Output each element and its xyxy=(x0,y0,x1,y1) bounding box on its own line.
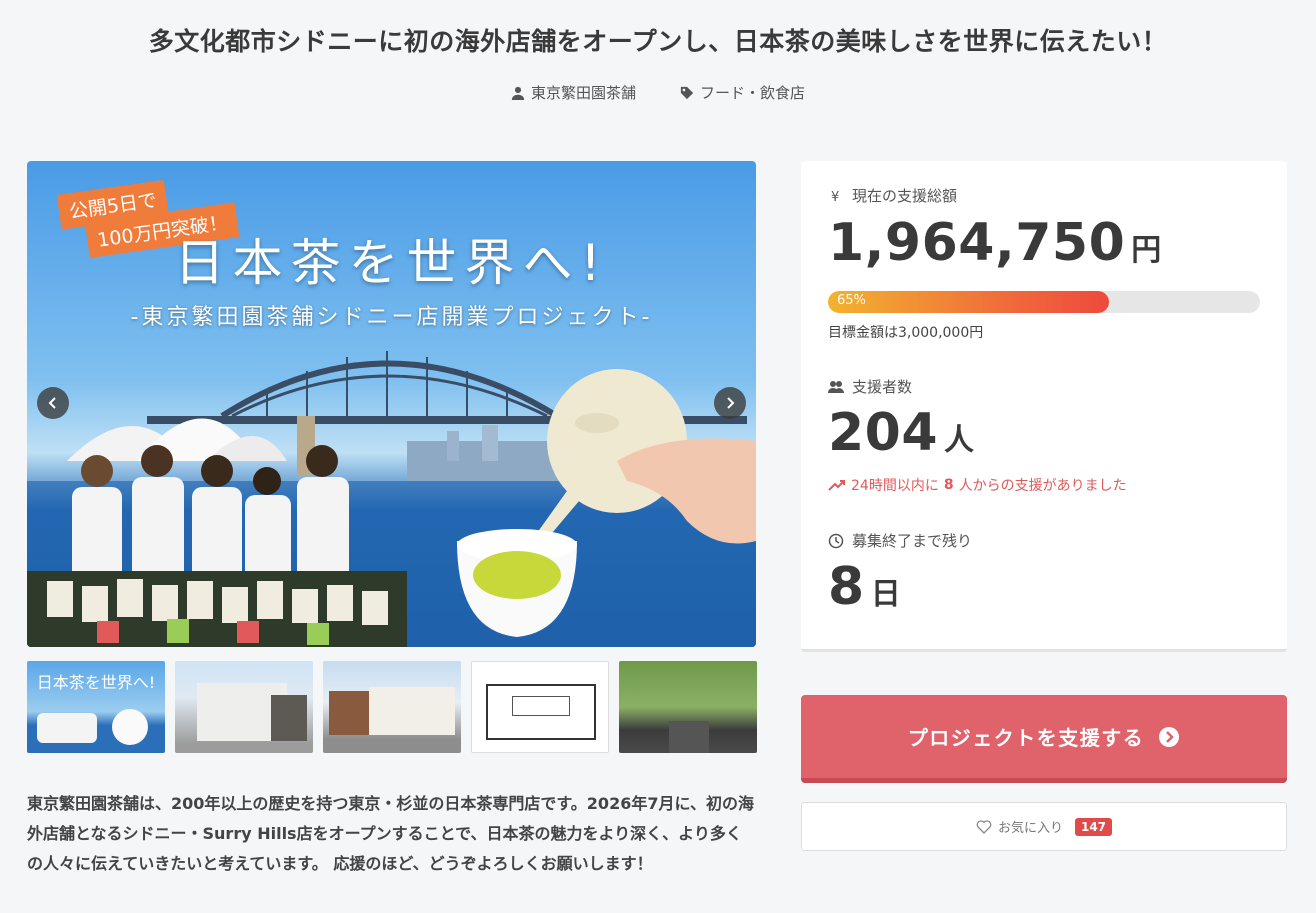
project-title: 多文化都市シドニーに初の海外店舗をオープンし、日本茶の美味しさを世界に伝えたい！ xyxy=(148,27,1168,56)
clock-icon xyxy=(828,533,844,548)
users-icon xyxy=(828,380,844,393)
hero-subheadline: -東京繁田園茶舗シドニー店開業プロジェクト- xyxy=(130,305,653,330)
thumbnail-2-side-building xyxy=(271,695,307,741)
user-icon xyxy=(511,86,525,100)
arrow-circle-right-icon xyxy=(1159,726,1180,747)
next-slide-button[interactable] xyxy=(714,387,746,419)
supporters-row: 204 人 xyxy=(828,403,975,463)
chevron-right-icon xyxy=(727,397,735,409)
progress-text: 65% xyxy=(837,293,866,308)
main-image: 公開5日で 100万円突破！ 日本茶を世界へ! -東京繁田園茶舗シドニー店開業プ… xyxy=(27,161,756,647)
remaining-label-row: 募集終了まで残り xyxy=(828,530,972,551)
stats-panel: ¥ 現在の支援総額 1,964,750 円 65% 目標金額は3,000,000円… xyxy=(801,161,1287,652)
total-amount-row: 1,964,750 円 xyxy=(828,213,1162,273)
supporters-count: 204 xyxy=(828,403,939,463)
total-label: 現在の支援総額 xyxy=(852,187,958,205)
total-unit: 円 xyxy=(1131,233,1162,268)
thumbnail-3-brick-building xyxy=(329,691,369,735)
thumbnail-4[interactable] xyxy=(471,661,609,753)
project-meta: 東京繁田園茶舗 フード・飲食店 xyxy=(0,82,1316,103)
chevron-left-icon xyxy=(48,397,56,409)
heart-icon xyxy=(976,819,992,834)
goal-text: 目標金額は3,000,000円 xyxy=(828,325,984,341)
remaining-row: 8日 xyxy=(828,557,901,617)
thumbnail-1-cup xyxy=(112,709,148,745)
owner-name[interactable]: 東京繁田園茶舗 xyxy=(531,82,636,103)
progress-bar: 65% xyxy=(828,291,1260,313)
thumbnail-1-title: 日本茶を世界へ! xyxy=(36,673,156,692)
trend-row: 24時間以内に 8 人からの支援がありました xyxy=(828,475,1127,495)
supporters-label-row: 支援者数 xyxy=(828,376,912,397)
hero-headline: 日本茶を世界へ! xyxy=(174,234,609,292)
thumbnail-3-building xyxy=(369,687,455,735)
tag-icon xyxy=(680,86,694,99)
trend-count: 8 xyxy=(943,477,954,493)
owner-link[interactable]: 東京繁田園茶舗 xyxy=(511,82,636,103)
support-button-label: プロジェクトを支援する xyxy=(907,726,1145,750)
total-amount: 1,964,750 xyxy=(828,213,1126,273)
progress-fill: 65% xyxy=(828,291,1109,313)
svg-text:¥: ¥ xyxy=(831,190,839,204)
thumbnail-4-room xyxy=(512,696,570,716)
project-description: 東京繁田園茶舗は、200年以上の歴史を持つ東京・杉並の日本茶専門店です。2026… xyxy=(27,794,754,873)
remaining-count: 8 xyxy=(828,557,865,617)
favorite-count-badge: 147 xyxy=(1074,817,1113,836)
category-name[interactable]: フード・飲食店 xyxy=(700,82,805,103)
trend-prefix: 24時間以内に xyxy=(851,478,939,494)
trend-up-icon xyxy=(828,480,845,491)
favorite-label: お気に入り xyxy=(997,821,1063,836)
remaining-label: 募集終了まで残り xyxy=(852,532,973,550)
thumbnail-1-people xyxy=(37,713,97,743)
thumbnail-1[interactable]: 日本茶を世界へ! xyxy=(27,661,165,753)
supporters-label: 支援者数 xyxy=(852,378,913,396)
thumbnail-5-road xyxy=(669,721,709,753)
trend-suffix: 人からの支援がありました xyxy=(958,478,1127,494)
yen-icon: ¥ xyxy=(831,190,839,204)
remaining-unit: 日 xyxy=(870,577,902,612)
support-project-button[interactable]: プロジェクトを支援する xyxy=(801,695,1287,783)
category-link[interactable]: フード・飲食店 xyxy=(680,82,805,103)
total-label-row: ¥ 現在の支援総額 xyxy=(828,185,957,206)
thumbnail-2[interactable] xyxy=(175,661,313,753)
thumbnail-strip: 日本茶を世界へ! xyxy=(27,661,757,753)
thumbnail-3[interactable] xyxy=(323,661,461,753)
prev-slide-button[interactable] xyxy=(37,387,69,419)
favorite-button[interactable]: お気に入り 147 xyxy=(801,802,1287,851)
supporters-unit: 人 xyxy=(944,423,975,458)
thumbnail-5[interactable] xyxy=(619,661,757,753)
